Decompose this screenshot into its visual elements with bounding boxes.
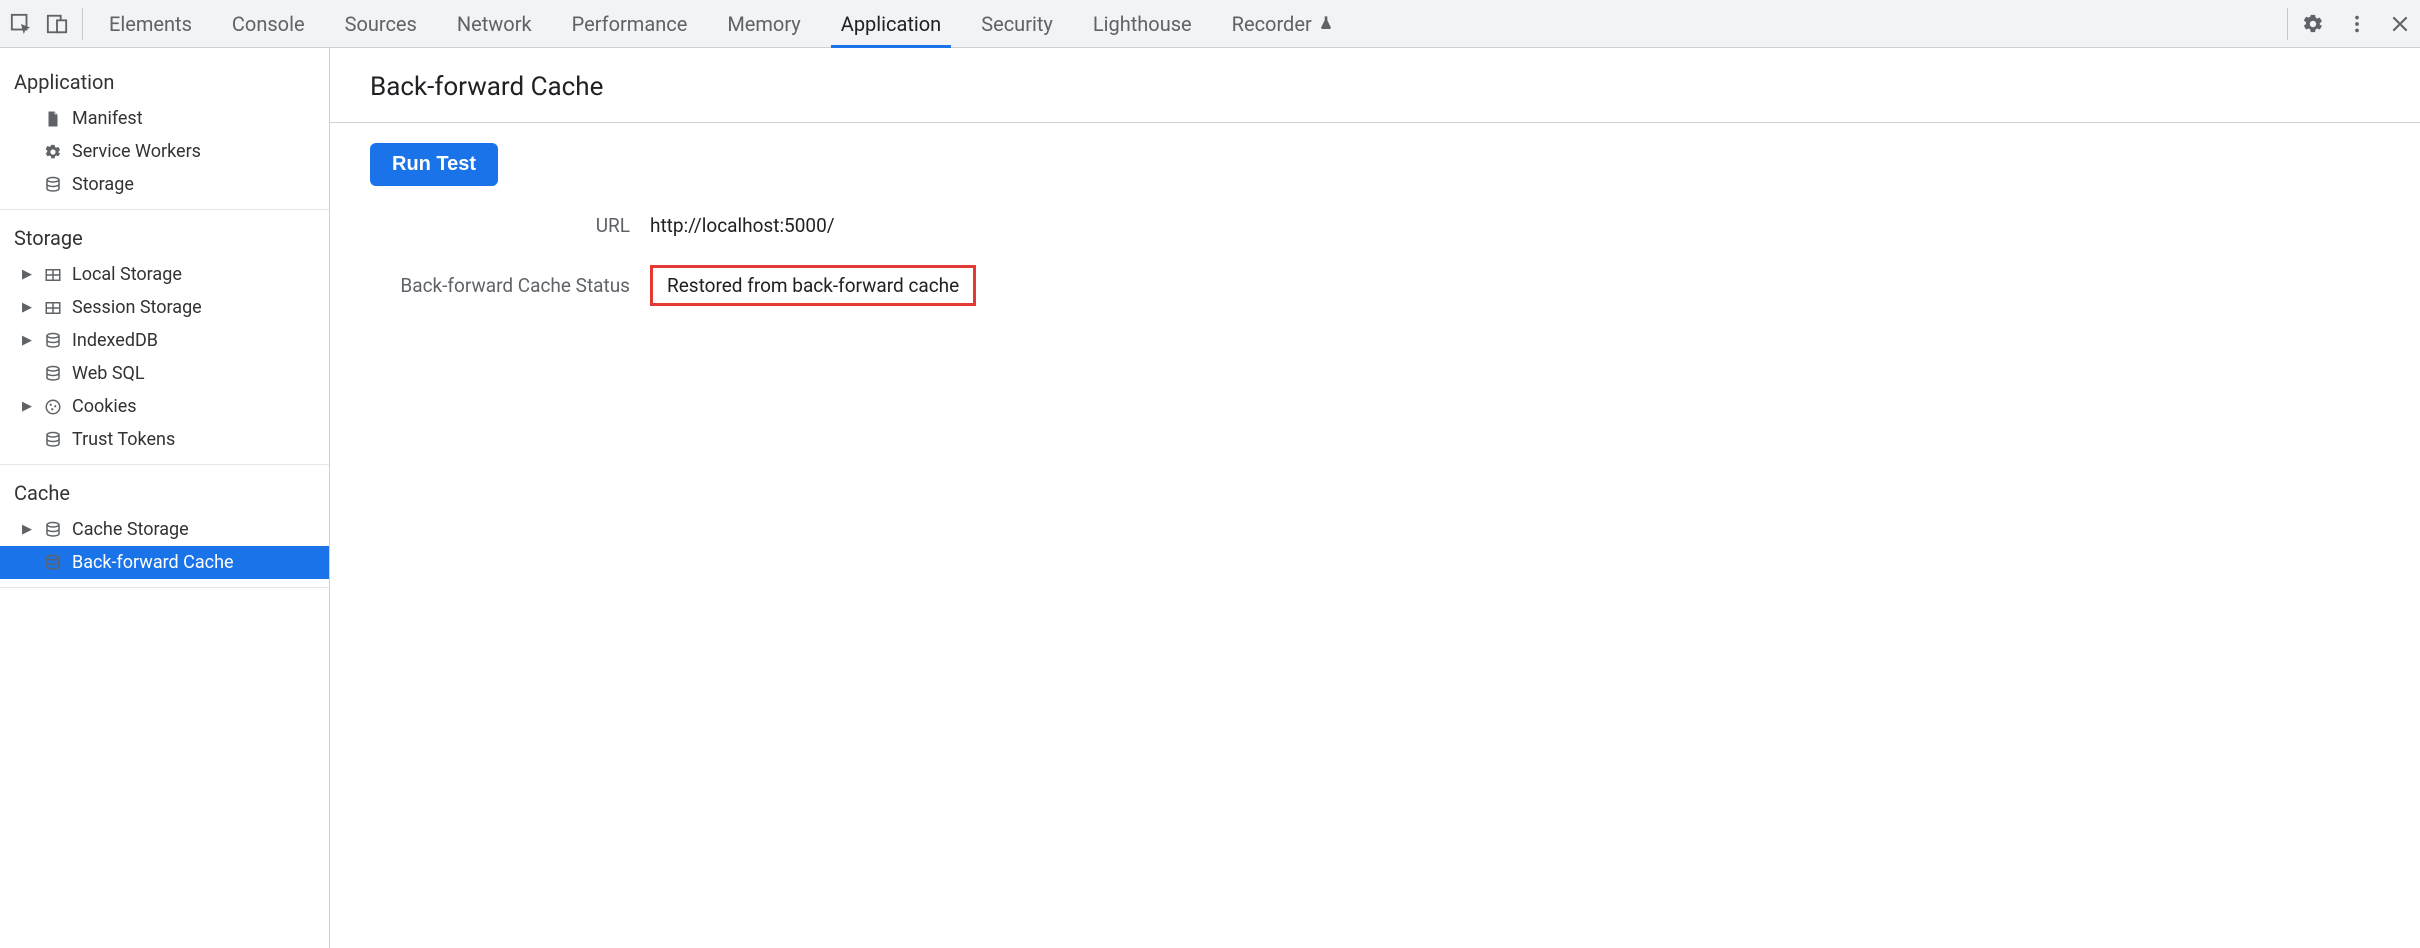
grid-icon: [42, 299, 64, 317]
section-title-application: Application: [0, 54, 329, 102]
sidebar-item-label: Cookies: [72, 396, 137, 417]
tab-label: Lighthouse: [1093, 12, 1192, 36]
tab-recorder[interactable]: Recorder: [1212, 0, 1354, 47]
file-icon: [42, 110, 64, 128]
db-icon: [42, 365, 64, 383]
chevron-right-icon: ▶: [20, 399, 34, 414]
sidebar-item-label: Manifest: [72, 108, 143, 129]
flask-icon: [1318, 12, 1334, 36]
application-sidebar: Application▶Manifest▶Service Workers▶Sto…: [0, 48, 330, 948]
info-value-cell: Restored from back-forward cache: [650, 265, 2380, 306]
sidebar-item-back-forward-cache[interactable]: ▶Back-forward Cache: [0, 546, 329, 579]
chevron-right-icon: ▶: [20, 267, 34, 282]
info-label: URL: [370, 214, 630, 237]
chevron-right-icon: ▶: [20, 300, 34, 315]
chevron-right-icon: ▶: [20, 333, 34, 348]
sidebar-item-trust-tokens[interactable]: ▶Trust Tokens: [0, 423, 329, 456]
tab-console[interactable]: Console: [212, 0, 325, 47]
tab-label: Security: [981, 12, 1053, 36]
gear-icon: [42, 143, 64, 161]
device-toggle-icon[interactable]: [46, 13, 68, 35]
sidebar-item-label: IndexedDB: [72, 330, 158, 351]
kebab-menu-icon[interactable]: [2346, 13, 2368, 35]
tab-label: Performance: [572, 12, 688, 36]
info-table: URL http://localhost:5000/Back-forward Ca…: [370, 214, 2380, 306]
sidebar-item-label: Cache Storage: [72, 519, 189, 540]
section-title-cache: Cache: [0, 465, 329, 513]
sidebar-item-label: Service Workers: [72, 141, 201, 162]
section-title-storage: Storage: [0, 210, 329, 258]
grid-icon: [42, 266, 64, 284]
sidebar-item-manifest[interactable]: ▶Manifest: [0, 102, 329, 135]
tab-network[interactable]: Network: [437, 0, 552, 47]
cookie-icon: [42, 398, 64, 416]
db-icon: [42, 332, 64, 350]
db-icon: [42, 521, 64, 539]
page-title: Back-forward Cache: [330, 48, 2420, 123]
topbar-left-icons: [10, 8, 83, 40]
main-panel: Back-forward Cache Run Test URL http://lo…: [330, 48, 2420, 948]
sidebar-item-label: Back-forward Cache: [72, 552, 234, 573]
tab-performance[interactable]: Performance: [552, 0, 708, 47]
tab-security[interactable]: Security: [961, 0, 1073, 47]
tab-lighthouse[interactable]: Lighthouse: [1073, 0, 1212, 47]
devtools-topbar: Elements Console Sources Network Performance…: [0, 0, 2420, 48]
tab-application[interactable]: Application: [821, 0, 961, 47]
db-icon: [42, 431, 64, 449]
tab-label: Network: [457, 12, 532, 36]
sidebar-item-label: Session Storage: [72, 297, 202, 318]
bfcache-status-value: Restored from back-forward cache: [650, 265, 976, 306]
tab-label: Memory: [727, 12, 800, 36]
info-value-cell: http://localhost:5000/: [650, 214, 2380, 237]
sidebar-item-label: Trust Tokens: [72, 429, 175, 450]
info-label: Back-forward Cache Status: [370, 274, 630, 297]
sidebar-item-label: Local Storage: [72, 264, 182, 285]
sidebar-item-storage[interactable]: ▶Storage: [0, 168, 329, 201]
info-value: http://localhost:5000/: [650, 214, 835, 237]
tab-label: Sources: [345, 12, 417, 36]
sidebar-item-web-sql[interactable]: ▶Web SQL: [0, 357, 329, 390]
db-icon: [42, 176, 64, 194]
sidebar-item-label: Web SQL: [72, 363, 145, 384]
sidebar-item-session-storage[interactable]: ▶ Session Storage: [0, 291, 329, 324]
sidebar-item-cookies[interactable]: ▶ Cookies: [0, 390, 329, 423]
tab-label: Application: [841, 12, 941, 36]
tab-label: Recorder: [1232, 12, 1312, 36]
sidebar-item-cache-storage[interactable]: ▶ Cache Storage: [0, 513, 329, 546]
sidebar-item-label: Storage: [72, 174, 134, 195]
db-icon: [42, 554, 64, 572]
run-test-button[interactable]: Run Test: [370, 143, 498, 186]
close-icon[interactable]: [2390, 14, 2410, 34]
sidebar-item-local-storage[interactable]: ▶ Local Storage: [0, 258, 329, 291]
sidebar-item-indexeddb[interactable]: ▶ IndexedDB: [0, 324, 329, 357]
tab-memory[interactable]: Memory: [707, 0, 820, 47]
sidebar-item-service-workers[interactable]: ▶Service Workers: [0, 135, 329, 168]
topbar-right: [2287, 8, 2410, 40]
tab-elements[interactable]: Elements: [89, 0, 212, 47]
settings-icon[interactable]: [2302, 13, 2324, 35]
inspect-icon[interactable]: [10, 13, 32, 35]
chevron-right-icon: ▶: [20, 522, 34, 537]
tab-label: Console: [232, 12, 305, 36]
tab-label: Elements: [109, 12, 192, 36]
tab-sources[interactable]: Sources: [325, 0, 437, 47]
tabs-container: Elements Console Sources Network Performance…: [89, 0, 1354, 47]
